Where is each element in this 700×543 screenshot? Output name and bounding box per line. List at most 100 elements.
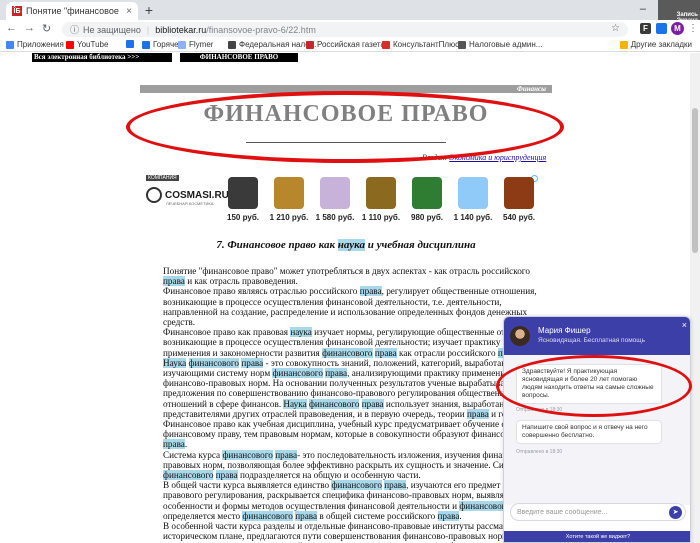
title-divider [246,142,446,143]
bookmark-item[interactable]: КонсультантПлюс... [382,40,466,49]
highlighted-term: финансового [188,357,240,368]
product-price: 540 руб. [503,213,535,222]
scrollbar-thumb[interactable] [692,108,698,253]
chat-message: Здравствуйте! Я практикующая ясновидящая… [516,364,662,404]
article-paragraph: В особенной части курса разделы и отдель… [163,521,551,543]
other-bookmarks-label: Другие закладки [630,40,692,49]
bookmark-label: Российская газета [317,40,385,49]
ad-product[interactable]: 150 руб. [220,173,266,225]
highlighted-term: финансового [322,347,373,358]
product-image [412,177,442,209]
highlighted-term: права [163,276,185,287]
chat-messages: Здравствуйте! Я практикующая ясновидящая… [504,355,690,505]
folder-icon [619,40,628,49]
browser-tab[interactable]: ÎБ Понятие "финансовое право" в × [6,2,138,20]
article-paragraph: Финансовое право являясь отраслью россий… [163,286,537,328]
extension-f-icon[interactable]: F [640,23,651,34]
url-path: /finansovoe-pravo-6/22.htm [206,24,316,35]
article-paragraph: Наука финансового права - это совокупнос… [163,357,547,419]
product-price: 1 140 руб. [453,213,493,222]
other-bookmarks[interactable]: Другие закладки [619,40,692,49]
chat-input-container[interactable]: ➤ [510,503,686,521]
ad-product[interactable]: 980 руб. [404,173,450,225]
bookmark-label: Налоговые админ... [469,40,543,49]
bookmark-favicon-icon [306,40,314,49]
highlighted-term: права [275,449,298,460]
bookmark-favicon-icon [178,40,186,49]
bookmark-label: YouTube [77,40,109,49]
highlighted-term: права [437,510,460,521]
highlighted-term: финансового [272,368,323,379]
reload-button[interactable]: ↻ [42,22,51,35]
ad-banner[interactable]: КОМПАНИЯ COSMASI.RU ЛЕЧЕБНАЯ КОСМЕТИКА 1… [140,173,544,225]
article-paragraph: В общей части курса выявляется единство … [163,480,553,521]
browser-toolbar: ← → ↻ ⓘ Не защищено | bibliotekar.ru /fi… [0,20,700,38]
bookmark-favicon-icon [6,40,14,49]
highlighted-term: права [374,347,397,358]
tab-title: Понятие "финансовое право" в [26,6,122,16]
section-line: Раздел: Экономика и юриспруденция [422,153,546,162]
category-bar: Финансы [140,85,552,93]
chat-message-input[interactable] [517,506,667,519]
info-icon[interactable]: ⓘ [70,23,79,36]
extension-icon[interactable] [656,23,667,34]
address-bar[interactable]: ⓘ Не защищено | bibliotekar.ru /finansov… [62,22,628,37]
ad-product[interactable]: 1 580 руб. [312,173,358,225]
site-favicon-icon: ÎБ [12,6,22,16]
highlighted-term: права [384,480,407,491]
bookmark-star-icon[interactable]: ☆ [611,23,620,34]
bookmark-favicon-icon [458,40,466,49]
page-title: ФИНАНСОВОЕ ПРАВО [203,101,489,127]
chat-widget[interactable]: Мария Фишер Ясновидящая. Бесплатная помо… [503,316,691,543]
book-title-link[interactable]: ФИНАНСОВОЕ ПРАВО [180,53,298,62]
page-scrollbar[interactable] [690,53,700,543]
product-image [366,177,396,209]
highlighted-term: наука [290,327,312,338]
browser-menu-icon[interactable]: ⋮ [688,22,698,35]
highlighted-term: права [241,357,264,368]
widget-promo-link[interactable]: Хотите такой же виджет? [504,531,690,542]
bookmark-item[interactable]: Горячее [142,40,183,49]
highlighted-term: права [215,470,238,481]
url-host: bibliotekar.ru [155,24,207,35]
bookmark-item[interactable] [126,40,137,48]
ad-product[interactable]: 1 140 руб. [450,173,496,225]
bookmark-item[interactable]: Flymer [178,40,213,49]
brand-logo-icon [146,187,162,203]
heading-text-start: 7. Финансовое право как [216,239,338,251]
screen-recorder-logo: Запись Экрана [658,0,700,24]
send-icon[interactable]: ➤ [669,506,682,519]
article-paragraph: Система курса финансового права- это пос… [163,449,550,481]
ad-product[interactable]: 540 руб. [496,173,542,225]
tab-close-icon[interactable]: × [126,6,132,17]
product-price: 1 210 руб. [269,213,309,222]
product-price: 980 руб. [411,213,443,222]
bookmark-item[interactable]: Федеральная нало... [228,40,316,49]
profile-avatar[interactable]: M [671,22,684,35]
product-image [320,177,350,209]
ad-product[interactable]: 1 210 руб. [266,173,312,225]
section-link[interactable]: Экономика и юриспруденция [449,153,546,162]
article-heading: 7. Финансовое право как наука и учебная … [140,239,552,251]
highlighted-term: права [359,286,382,297]
minimize-button[interactable]: – [640,3,646,15]
forward-button[interactable]: → [24,22,35,34]
bookmark-label: КонсультантПлюс... [393,40,466,49]
bookmark-item[interactable]: Налоговые админ... [458,40,542,49]
agent-avatar [510,326,530,346]
tab-strip: ÎБ Понятие "финансовое право" в × + – □ … [0,0,700,24]
back-button[interactable]: ← [6,22,17,34]
new-tab-button[interactable]: + [142,3,156,17]
all-library-link[interactable]: Вся электронная библиотека >>> [32,53,172,62]
bookmark-item[interactable]: Приложения [6,40,64,49]
highlighted-term: финансового [308,398,360,409]
product-image [228,177,258,209]
article-paragraph: Финансовое право как учебная дисциплина,… [163,419,553,450]
bookmark-item[interactable]: YouTube [66,40,108,49]
agent-status: Ясновидящая. Бесплатная помощь [538,337,646,344]
bookmark-item[interactable]: Российская газета [306,40,385,49]
ad-product[interactable]: 1 110 руб. [358,173,404,225]
article-paragraph: Понятие "финансовое право" может употреб… [163,266,530,287]
bookmark-favicon-icon [126,40,134,48]
chat-close-icon[interactable]: × [682,320,687,330]
